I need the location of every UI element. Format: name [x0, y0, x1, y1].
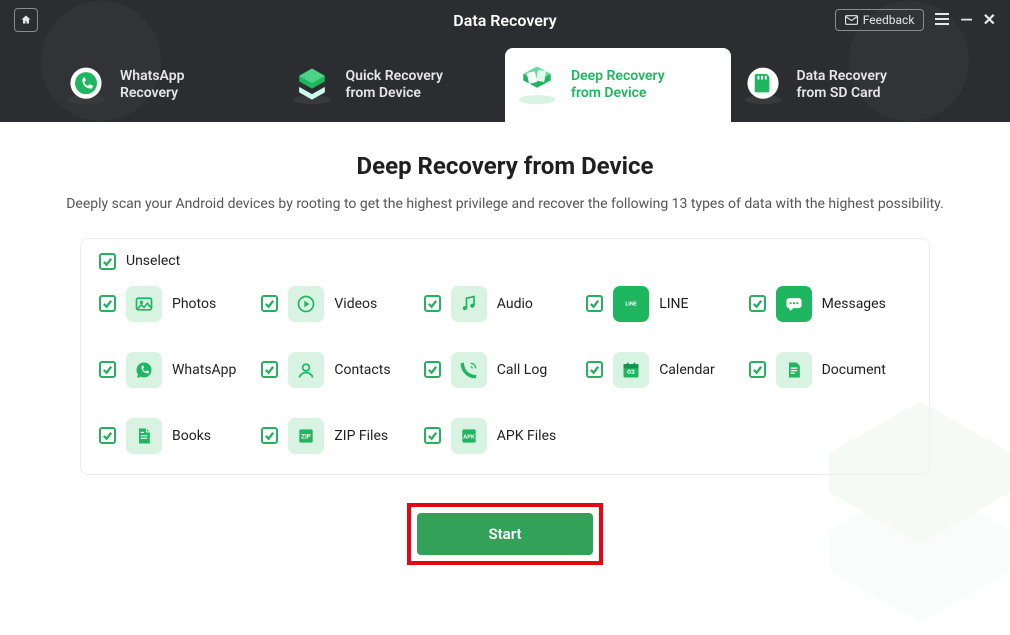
tab-label-2: Recovery	[120, 85, 184, 103]
item-label: Calendar	[659, 362, 715, 378]
quick-tab-icon	[290, 63, 334, 107]
close-button[interactable]: ✕	[983, 12, 996, 28]
item-label: WhatsApp	[172, 362, 236, 378]
tab-sd-recovery[interactable]: Data Recovery from SD Card	[731, 48, 957, 122]
unselect-checkbox[interactable]	[99, 253, 116, 270]
item-label: Photos	[172, 296, 216, 312]
svg-text:03: 03	[627, 368, 635, 376]
start-wrap: Start	[0, 503, 1010, 565]
document-icon	[776, 352, 812, 388]
feedback-label: Feedback	[863, 13, 915, 27]
calllog-icon	[451, 352, 487, 388]
tab-deep-recovery[interactable]: Deep Recovery from Device	[505, 48, 731, 122]
whatsapp-tab-icon	[64, 63, 108, 107]
tab-label-2: from SD Card	[797, 85, 887, 103]
datatype-item-message: Messages	[749, 286, 911, 322]
books-icon	[126, 418, 162, 454]
item-checkbox[interactable]	[99, 427, 116, 444]
tab-label-2: from Device	[346, 85, 443, 103]
tab-label-1: Quick Recovery	[346, 68, 443, 86]
zip-icon: ZIP	[288, 418, 324, 454]
audio-icon	[451, 286, 487, 322]
title-bar: Data Recovery Feedback — ✕	[0, 0, 1010, 40]
datatype-item-contacts: Contacts	[261, 352, 423, 388]
items-grid: Photos Videos Audio LINE LINE Messages WhatsAp…	[99, 286, 911, 464]
datatype-item-calllog: Call Log	[424, 352, 586, 388]
item-label: Call Log	[497, 362, 547, 378]
apk-icon: APK	[451, 418, 487, 454]
item-label: Contacts	[334, 362, 390, 378]
item-checkbox[interactable]	[749, 361, 766, 378]
item-checkbox[interactable]	[586, 295, 603, 312]
tab-label-1: Deep Recovery	[571, 68, 665, 86]
svg-text:APK: APK	[463, 434, 475, 440]
datatype-item-video: Videos	[261, 286, 423, 322]
item-checkbox[interactable]	[586, 361, 603, 378]
sd-tab-icon	[741, 63, 785, 107]
start-highlight: Start	[407, 503, 603, 565]
start-button[interactable]: Start	[417, 513, 593, 555]
item-checkbox[interactable]	[261, 295, 278, 312]
item-checkbox[interactable]	[749, 295, 766, 312]
tab-whatsapp-recovery[interactable]: WhatsApp Recovery	[54, 48, 280, 122]
video-icon	[288, 286, 324, 322]
item-checkbox[interactable]	[261, 361, 278, 378]
tab-quick-recovery[interactable]: Quick Recovery from Device	[280, 48, 506, 122]
datatype-item-zip: ZIP ZIP Files	[261, 418, 423, 454]
page-title: Deep Recovery from Device	[0, 152, 1010, 180]
main-content: Deep Recovery from Device Deeply scan yo…	[0, 122, 1010, 565]
item-checkbox[interactable]	[99, 295, 116, 312]
photo-icon	[126, 286, 162, 322]
calendar-icon: 03	[613, 352, 649, 388]
datatype-item-calendar: 03 Calendar	[586, 352, 748, 388]
unselect-label: Unselect	[126, 253, 180, 269]
tab-label-2: from Device	[571, 85, 665, 103]
item-label: ZIP Files	[334, 428, 388, 444]
tab-label-1: Data Recovery	[797, 68, 887, 86]
datatype-item-line: LINE LINE	[586, 286, 748, 322]
datatype-item-document: Document	[749, 352, 911, 388]
item-label: Document	[822, 362, 886, 378]
whatsapp-icon	[126, 352, 162, 388]
datatype-item-whatsapp: WhatsApp	[99, 352, 261, 388]
item-checkbox[interactable]	[424, 361, 441, 378]
line-icon: LINE	[613, 286, 649, 322]
item-checkbox[interactable]	[261, 427, 278, 444]
deep-tab-icon	[515, 63, 559, 107]
datatype-item-apk: APK APK Files	[424, 418, 586, 454]
contacts-icon	[288, 352, 324, 388]
app-header: Data Recovery Feedback — ✕ WhatsApp Reco…	[0, 0, 1010, 122]
datatype-item-photo: Photos	[99, 286, 261, 322]
message-icon	[776, 286, 812, 322]
item-label: Videos	[334, 296, 377, 312]
item-checkbox[interactable]	[424, 295, 441, 312]
svg-text:LINE: LINE	[626, 301, 637, 307]
svg-text:ZIP: ZIP	[302, 432, 312, 440]
page-subtitle: Deeply scan your Android devices by root…	[0, 194, 1010, 216]
datatype-item-audio: Audio	[424, 286, 586, 322]
minimize-button[interactable]: —	[960, 12, 972, 28]
mode-tabs: WhatsApp Recovery Quick Recovery from De…	[0, 40, 1010, 122]
item-label: APK Files	[497, 428, 556, 444]
item-label: Audio	[497, 296, 533, 312]
menu-icon[interactable]	[934, 12, 950, 29]
home-button[interactable]	[14, 8, 38, 32]
datatype-item-books: Books	[99, 418, 261, 454]
item-label: LINE	[659, 296, 688, 312]
tab-label-1: WhatsApp	[120, 68, 184, 86]
item-checkbox[interactable]	[424, 427, 441, 444]
data-types-panel: Unselect Photos Videos Audio LINE LINE Messag…	[80, 238, 930, 475]
item-label: Books	[172, 428, 211, 444]
feedback-button[interactable]: Feedback	[835, 9, 925, 31]
item-label: Messages	[822, 296, 886, 312]
item-checkbox[interactable]	[99, 361, 116, 378]
app-title: Data Recovery	[453, 11, 556, 30]
window-controls: Feedback — ✕	[835, 9, 996, 31]
unselect-row: Unselect	[99, 253, 911, 270]
